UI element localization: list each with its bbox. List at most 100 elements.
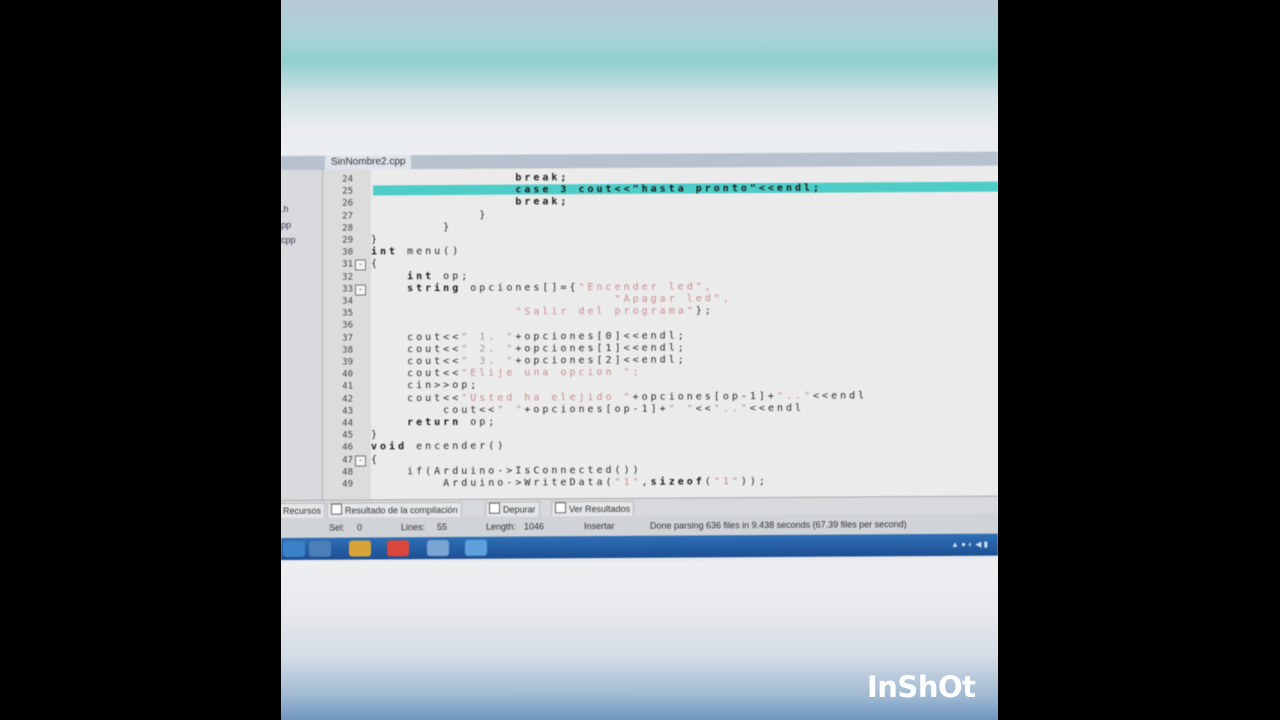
line-number: 32 <box>342 272 353 283</box>
code-text: } <box>371 430 380 442</box>
taskbar-app-icon[interactable] <box>349 540 371 557</box>
status-length-label: Length: <box>486 521 517 532</box>
code-token: "1" <box>713 476 741 488</box>
ide-window: SinNombre2.cpp .h pp cpp 24 break; 25 cas… <box>281 151 998 562</box>
code-token: <<endl <box>749 402 805 414</box>
code-token: " 3. " <box>461 355 516 367</box>
tab-depurar[interactable]: Depurar <box>485 501 540 518</box>
tab-ver-resultados[interactable]: Ver Resultados <box>551 500 635 518</box>
code-token: +opciones[0]<<endl; <box>515 330 687 343</box>
line-number: 35 <box>342 308 353 319</box>
search-icon <box>555 502 566 514</box>
start-button[interactable] <box>283 540 305 557</box>
code-token: cout<< <box>371 368 462 380</box>
code-token: op; <box>434 270 471 282</box>
line-number: 45 <box>342 430 353 441</box>
line-number: 44 <box>342 418 353 429</box>
fold-toggle-icon[interactable]: - <box>355 259 366 271</box>
fold-toggle-icon[interactable]: - <box>355 455 366 467</box>
code-token: } <box>371 234 381 246</box>
code-token: { <box>371 258 381 270</box>
status-length-value: 1046 <box>524 521 545 532</box>
line-number: 43 <box>342 406 353 417</box>
line-number: 47 <box>342 455 353 466</box>
code-token: , <box>641 476 651 488</box>
code-token: cout<< <box>371 343 462 356</box>
code-text: int menu() <box>371 246 461 259</box>
chart-icon <box>331 503 342 515</box>
code-token: " 2. " <box>461 343 516 355</box>
check-icon <box>489 502 500 514</box>
code-token: if(Arduino->IsConnected()) <box>371 464 642 478</box>
fold-toggle-icon[interactable]: - <box>355 284 366 296</box>
code-text: Arduino->WriteData("1",sizeof("1")); <box>371 476 768 490</box>
code-token: break; <box>371 172 570 185</box>
code-text: break; <box>371 172 569 185</box>
line-number: 41 <box>342 381 353 393</box>
code-token: "Elije una opcion "; <box>461 366 642 380</box>
code-token: +opciones[op-1]+ <box>524 403 669 416</box>
tab-compilacion-label: Resultado de la compilación <box>345 504 458 516</box>
code-token: "Apagar led", <box>614 293 732 305</box>
code-token: Arduino->WriteData( <box>371 476 615 490</box>
taskbar-app-icon[interactable] <box>465 539 487 556</box>
code-token: opciones[]={ <box>461 281 579 294</box>
code-token: return <box>371 416 462 429</box>
tab-file[interactable]: SinNombre2.cpp <box>325 155 412 170</box>
status-mode: Insertar <box>584 520 615 532</box>
code-token: " 1. " <box>461 331 516 343</box>
screen-glare-top <box>281 0 998 158</box>
system-tray: ▲ ● ◐ ◀ ▮ <box>950 539 988 549</box>
line-number: 38 <box>342 345 353 356</box>
status-message: Done parsing 636 files in 9.438 seconds … <box>650 519 907 531</box>
line-number: 33 <box>342 284 353 295</box>
code-token: ".." <box>713 402 750 415</box>
code-token: )); <box>740 476 768 488</box>
code-token: +opciones[2]<<endl; <box>515 354 687 367</box>
code-editor[interactable]: 24 break; 25 case 3 cout<<"hasta pronto"<… <box>323 165 998 500</box>
code-token: encender() <box>407 441 507 453</box>
class-browser-item[interactable]: .h <box>281 204 289 214</box>
code-token: op; <box>461 416 498 428</box>
line-number: 30 <box>342 247 353 258</box>
code-token: " " <box>668 403 696 415</box>
code-token: } <box>371 221 453 234</box>
code-token: " " <box>497 404 525 416</box>
line-number: 29 <box>342 235 353 246</box>
tab-recursos[interactable]: Recursos <box>281 502 326 520</box>
code-token: string <box>371 282 462 295</box>
taskbar-app-icon[interactable] <box>427 539 449 557</box>
windows-taskbar: ▲ ● ◐ ◀ ▮ <box>281 533 998 560</box>
tab-recursos-label: Recursos <box>283 505 322 516</box>
code-token: int <box>371 270 435 283</box>
code-token: "Salir del programa" <box>515 305 696 318</box>
code-text: } <box>371 234 380 246</box>
code-token: cin>>op; <box>371 380 480 392</box>
code-token: ( <box>704 476 714 488</box>
code-token: { <box>371 453 381 466</box>
code-token: +opciones[1]<<endl; <box>515 342 687 355</box>
code-token: <<endl <box>813 390 868 402</box>
class-browser-item[interactable]: pp <box>281 220 291 230</box>
code-text: } <box>371 222 452 234</box>
code-token: }; <box>695 305 714 317</box>
code-text: } <box>371 209 488 222</box>
code-token: cout<< <box>371 404 498 417</box>
line-number: 37 <box>342 333 353 344</box>
code-text: break; <box>371 197 569 210</box>
taskbar-app-icon[interactable] <box>387 540 409 557</box>
taskbar-app-icon[interactable] <box>309 540 331 557</box>
code-text: int op; <box>371 270 470 283</box>
code-text: return op; <box>371 417 497 430</box>
tab-depurar-label: Depurar <box>503 504 536 515</box>
line-number: 26 <box>342 198 353 210</box>
line-number: 25 <box>342 186 353 197</box>
status-sel-value: 0 <box>357 522 363 533</box>
code-token: "Usted ha elejido " <box>461 391 633 404</box>
status-lines-label: Lines: <box>401 522 426 533</box>
code-token: sizeof <box>650 476 705 488</box>
tab-ver-resultados-label: Ver Resultados <box>569 503 631 515</box>
class-browser-item[interactable]: cpp <box>281 235 296 245</box>
